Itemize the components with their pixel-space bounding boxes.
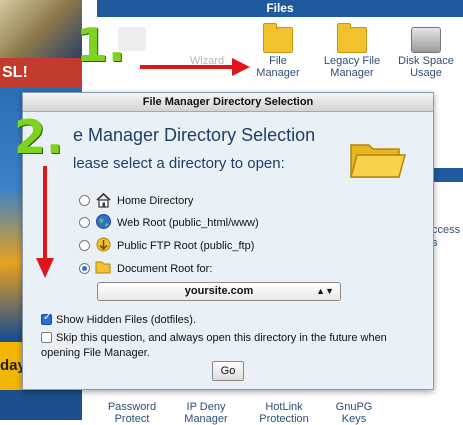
- files-icon-row: Wizard File Manager Legacy File Manager …: [97, 17, 463, 95]
- promo-banner-text: SL!: [2, 64, 28, 81]
- dialog-subheading: lease select a directory to open:: [73, 155, 285, 172]
- document-root-label: Document Root for:: [117, 263, 213, 275]
- skip-question-label: Skip this question, and always open this…: [56, 331, 387, 345]
- fragment-label-line1: ccess: [432, 224, 461, 236]
- public-ftp-label: Public FTP Root (public_ftp): [117, 240, 255, 252]
- select-arrows-icon: ▲▼: [316, 286, 334, 296]
- web-root-label: Web Root (public_html/www): [117, 217, 259, 229]
- hotlink-label-line2: Protection: [259, 413, 309, 425]
- section-header-fragment: [432, 168, 463, 182]
- globe-icon: [96, 214, 111, 229]
- hotlink-protection-item[interactable]: HotLink Protection: [249, 401, 319, 425]
- disk-space-label-line2: Usage: [410, 67, 442, 79]
- folder-icon: [95, 261, 111, 274]
- skip-question-label-line2: opening File Manager.: [41, 347, 150, 359]
- dialog-title-bar[interactable]: File Manager Directory Selection: [23, 93, 433, 112]
- show-hidden-files-checkbox[interactable]: [41, 312, 52, 325]
- dialog-heading: e Manager Directory Selection: [73, 125, 316, 145]
- file-manager-label-line2: Manager: [256, 67, 300, 79]
- gnupg-keys-item[interactable]: GnuPG Keys: [329, 401, 379, 425]
- dialog-title: File Manager Directory Selection: [142, 96, 314, 108]
- folder-icon: [350, 144, 406, 178]
- document-root-radio[interactable]: [79, 263, 90, 274]
- step-1-number: 1.: [76, 18, 126, 72]
- skip-question-label-line1: Skip this question, and always open this…: [56, 332, 387, 344]
- folder-icon: [337, 23, 367, 53]
- wizard-item[interactable]: Wizard: [177, 55, 237, 67]
- fragment-label-line2: s: [432, 237, 438, 249]
- legacy-file-manager-label-line2: Manager: [330, 67, 374, 79]
- ftp-icon: [96, 237, 111, 252]
- disk-icon: [411, 27, 441, 53]
- home-directory-radio[interactable]: [79, 195, 90, 206]
- ip-deny-label-line2: Manager: [184, 413, 228, 425]
- legacy-file-manager-label-line1: Legacy File: [323, 55, 381, 67]
- home-icon: [96, 192, 111, 208]
- password-protect-label-line2: Protect: [114, 413, 150, 425]
- web-root-radio[interactable]: [79, 217, 90, 228]
- logo-banner-image: [0, 0, 82, 58]
- left-sidebar-footer: [0, 395, 82, 420]
- security-icon-row: Password Protect IP Deny Manager HotLink…: [97, 388, 463, 425]
- file-manager-item[interactable]: File Manager: [247, 23, 309, 79]
- skip-question-checkbox[interactable]: [41, 332, 52, 343]
- legacy-file-manager-item[interactable]: Legacy File Manager: [319, 23, 385, 79]
- hotlink-label-line1: HotLink: [265, 401, 303, 413]
- security-item-fragment[interactable]: ccess s: [432, 224, 463, 250]
- files-section-header: Files: [97, 0, 463, 17]
- home-directory-label: Home Directory: [117, 195, 194, 207]
- ip-deny-manager-item[interactable]: IP Deny Manager: [175, 401, 237, 425]
- domain-select-value: yoursite.com: [184, 285, 254, 297]
- password-protect-item[interactable]: Password Protect: [101, 401, 163, 425]
- step-2-number: 2.: [14, 110, 64, 164]
- directory-selection-dialog: File Manager Directory Selection e Manag…: [22, 92, 434, 390]
- show-hidden-files-label: Show Hidden Files (dotfiles).: [56, 314, 197, 326]
- wizard-label: Wizard: [189, 55, 225, 67]
- public-ftp-radio[interactable]: [79, 240, 90, 251]
- gnupg-label-line2: Keys: [341, 413, 367, 425]
- go-button[interactable]: Go: [212, 361, 244, 381]
- file-manager-label-line1: File: [269, 55, 287, 67]
- disk-space-usage-item[interactable]: Disk Space Usage: [393, 27, 459, 79]
- ip-deny-label-line1: IP Deny: [186, 401, 226, 413]
- gnupg-label-line1: GnuPG: [335, 401, 373, 413]
- folder-icon: [263, 23, 293, 53]
- domain-select[interactable]: yoursite.com ▲▼: [97, 282, 341, 301]
- disk-space-label-line1: Disk Space: [398, 55, 454, 67]
- promo-banner[interactable]: SL!: [0, 58, 82, 88]
- password-protect-label-line1: Password: [107, 401, 157, 413]
